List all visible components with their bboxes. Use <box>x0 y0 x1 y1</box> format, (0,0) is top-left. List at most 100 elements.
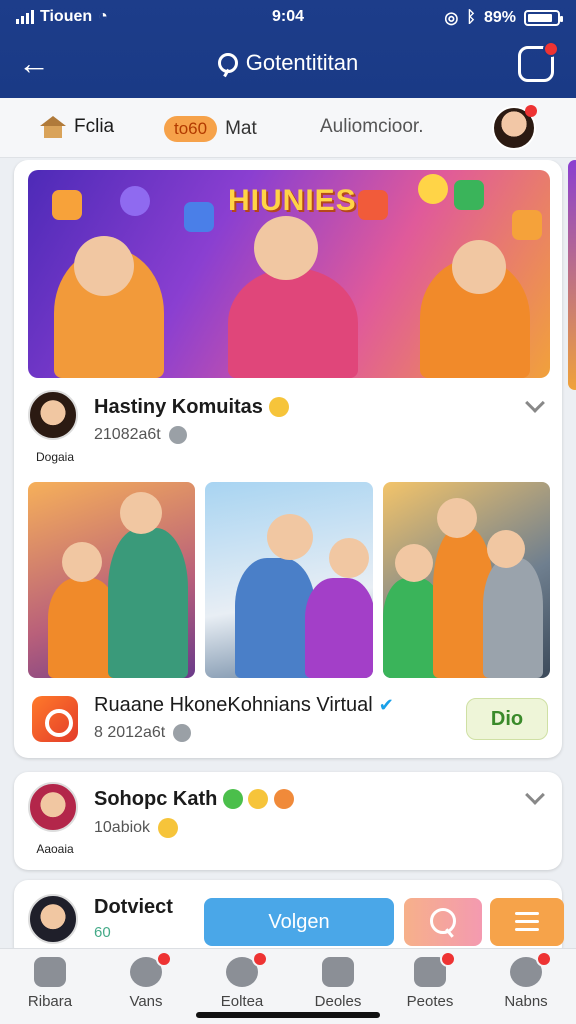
app-open-button[interactable]: Dio <box>466 698 548 740</box>
photos-icon <box>414 951 456 987</box>
post-author-name[interactable]: Sohopc Kath <box>94 788 295 811</box>
linked-app-row: Ruaane HkoneKohnians Virtual ✔ 8 2012a6t … <box>28 688 548 744</box>
nav-item-home[interactable]: Ribara <box>2 957 98 1010</box>
app-timestamp: 8 2012a6t <box>94 724 166 741</box>
post-author-name[interactable]: Hastiny Komuitas <box>94 396 289 419</box>
post-timestamp: 21082a6t <box>94 426 161 443</box>
profile-icon <box>226 951 268 987</box>
notification-dot <box>440 951 456 967</box>
alarm-icon: ◎ <box>444 10 459 27</box>
photo-person <box>235 558 316 678</box>
notification-dot <box>252 951 268 967</box>
battery-percent: 89% <box>483 9 516 26</box>
photo-face <box>62 542 102 582</box>
photo-gallery <box>28 482 550 678</box>
green-emoji-icon <box>222 789 243 809</box>
avatar-caption: Dogaia <box>35 450 75 464</box>
chat-icon <box>130 951 172 987</box>
menu-button[interactable] <box>490 898 564 946</box>
nav-item-chat[interactable]: Vans <box>98 951 194 1010</box>
groups-icon <box>322 957 354 987</box>
chevron-down-icon[interactable] <box>525 393 545 413</box>
author-name-text: Sohopc Kath <box>94 788 218 810</box>
heart-icon <box>52 190 82 220</box>
globe-icon <box>173 724 192 742</box>
post-subtext: 60 <box>94 924 111 941</box>
post-card: Dotviect 60 Volgen <box>14 880 564 948</box>
photo-face <box>120 492 162 534</box>
notification-dot <box>536 951 552 967</box>
author-avatar[interactable] <box>28 782 78 832</box>
illustrated-face <box>254 216 318 280</box>
verified-check-icon: ✔ <box>378 695 394 715</box>
app-logo-icon[interactable] <box>32 696 78 742</box>
post-card: Aaoaia Sohopc Kath 10abiok <box>14 772 562 870</box>
gallery-photo[interactable] <box>205 482 373 678</box>
photo-face <box>486 530 525 568</box>
gallery-photo[interactable] <box>382 482 550 678</box>
chevron-down-icon[interactable] <box>525 785 545 805</box>
photo-person <box>108 528 188 678</box>
nav-label: Nabns <box>504 993 548 1010</box>
status-bar: Tiouen ◔ 9:04 ◎ ᛒ 89% <box>0 6 576 30</box>
tab-badge-label: Mat <box>225 118 257 139</box>
battery-icon <box>524 10 563 26</box>
sub-tabs: Fclia to60 Mat Auliomcioor. <box>0 98 576 158</box>
header-title-group[interactable]: Gotentititan <box>0 50 576 76</box>
notification-dot <box>156 951 172 967</box>
photo-face <box>329 538 370 578</box>
nav-label: Eoltea <box>220 993 264 1010</box>
avatar-caption: Aaoaia <box>36 842 74 856</box>
follow-button[interactable]: Volgen <box>204 898 394 946</box>
nav-item-notifications[interactable]: Nabns <box>478 951 574 1010</box>
photo-face <box>394 544 433 582</box>
globe-icon <box>168 426 187 444</box>
author-name-text: Hastiny Komuitas <box>94 396 263 418</box>
nav-label: Peotes <box>406 993 454 1010</box>
photo-person <box>305 578 373 678</box>
page-title: Gotentititan <box>245 50 359 75</box>
post-author-name[interactable]: Dotviect <box>94 896 173 919</box>
illustrated-face <box>74 236 134 296</box>
app-title-text: Ruaane HkoneKohnians Virtual <box>94 694 373 716</box>
post-card: HIUNIES Dogaia Hastiny Komuitas 21082a6t <box>14 160 562 758</box>
search-icon <box>217 53 238 73</box>
profile-avatar[interactable] <box>492 105 537 150</box>
post-banner-image[interactable]: HIUNIES <box>28 170 550 378</box>
author-avatar[interactable] <box>28 894 78 944</box>
nav-label: Deoles <box>314 993 362 1010</box>
photo-icon <box>184 202 214 232</box>
tab-third[interactable]: Auliomcioor. <box>320 116 424 138</box>
smile-emoji-icon <box>268 397 289 417</box>
home-indicator[interactable] <box>196 1012 380 1018</box>
next-card-peek <box>568 160 576 390</box>
gallery-photo[interactable] <box>28 482 196 678</box>
top-app-bar: Tiouen ◔ 9:04 ◎ ᛒ 89% ← Gotentititan <box>0 0 576 98</box>
nav-label: Ribara <box>27 993 73 1010</box>
notification-dot <box>543 41 559 57</box>
music-note-icon <box>120 186 150 216</box>
thinking-emoji-icon <box>158 818 179 838</box>
author-avatar[interactable] <box>28 390 78 440</box>
tab-home[interactable]: Fclia <box>40 116 114 138</box>
star-icon <box>358 190 388 220</box>
post-timestamp: 10abiok <box>94 819 151 836</box>
photo-face <box>267 514 314 560</box>
search-people-button[interactable] <box>404 898 482 946</box>
nav-label: Vans <box>129 993 163 1010</box>
app-title[interactable]: Ruaane HkoneKohnians Virtual ✔ <box>94 694 394 717</box>
bluetooth-icon: ᛒ <box>466 9 476 26</box>
home-icon <box>34 957 66 987</box>
photo-face <box>436 498 477 538</box>
tab-home-label: Fclia <box>74 116 115 137</box>
nav-item-groups[interactable]: Deoles <box>290 957 386 1010</box>
house-icon <box>40 116 66 138</box>
tab-badge[interactable]: to60 Mat <box>164 116 257 142</box>
friends-button[interactable] <box>518 41 559 82</box>
banner-title: HIUNIES <box>228 184 357 217</box>
smile-emoji-icon <box>248 789 269 809</box>
illustrated-person <box>228 268 358 378</box>
nav-item-profile[interactable]: Eoltea <box>194 951 290 1010</box>
nav-item-photos[interactable]: Peotes <box>382 951 478 1010</box>
feed[interactable]: HIUNIES Dogaia Hastiny Komuitas 21082a6t <box>0 160 576 948</box>
